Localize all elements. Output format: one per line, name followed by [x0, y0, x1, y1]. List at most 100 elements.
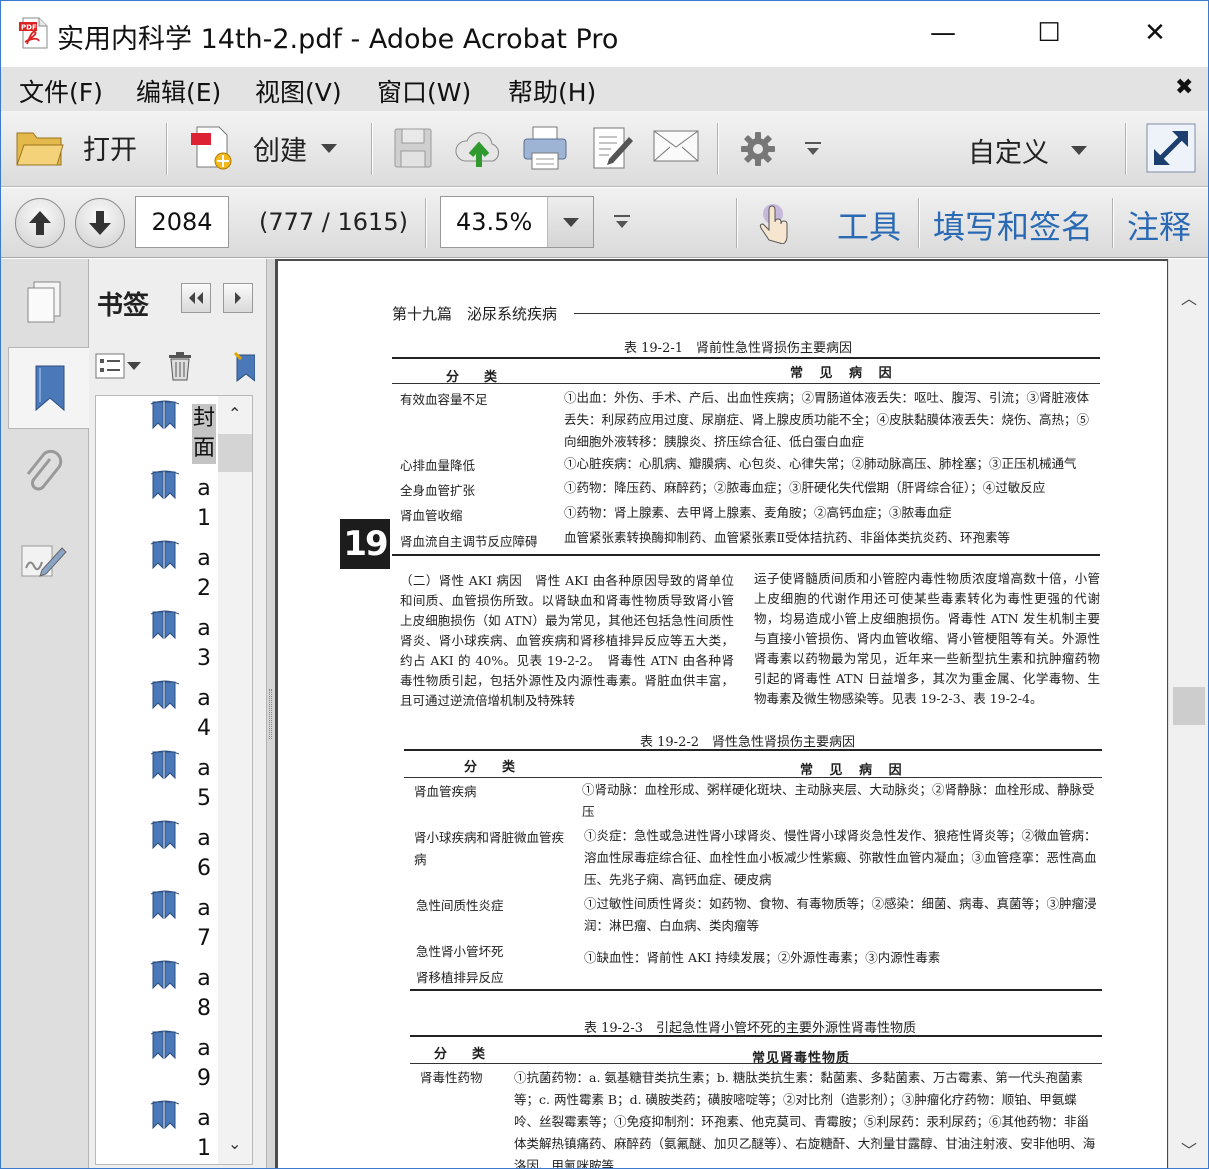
- zoom-value[interactable]: 43.5%: [441, 197, 547, 247]
- table2-row-category: 急性肾小管坏死: [416, 944, 504, 959]
- edit-text-button[interactable]: [591, 125, 635, 171]
- bookmark-label: a2: [197, 546, 211, 601]
- bookmark-label: a4: [197, 686, 211, 741]
- hand-tool-button[interactable]: [755, 200, 795, 244]
- expand-panel-button[interactable]: [223, 283, 253, 313]
- document-scroll-thumb[interactable]: [1173, 687, 1205, 725]
- page-thumbnails-button[interactable]: [11, 265, 77, 341]
- delete-bookmark-button[interactable]: [167, 351, 193, 381]
- nav-toolbar-options-button[interactable]: [613, 214, 631, 230]
- toolbar-options-button[interactable]: [804, 141, 822, 157]
- zoom-select[interactable]: 43.5%: [440, 196, 594, 248]
- attachments-button[interactable]: [11, 435, 77, 511]
- save-icon: [394, 128, 432, 168]
- document-scrollbar[interactable]: ︿ ﹀: [1168, 259, 1208, 1168]
- bookmark-item[interactable]: a4: [150, 680, 220, 750]
- menu-view[interactable]: 视图(V): [255, 73, 342, 109]
- customize-button[interactable]: 自定义: [968, 131, 1087, 170]
- cloud-upload-icon: [455, 132, 500, 167]
- bookmarks-pane-button[interactable]: [8, 347, 90, 429]
- menu-help[interactable]: 帮助(H): [508, 73, 596, 109]
- table1-row-category: 全身血管扩张: [400, 483, 476, 498]
- chevron-down-icon: [1071, 146, 1087, 155]
- bookmark-item[interactable]: 封面: [150, 400, 220, 470]
- table2-row-category: 肾小球疾病和肾脏微血管疾病: [414, 830, 565, 867]
- printer-icon: [523, 126, 567, 170]
- email-button[interactable]: [652, 129, 700, 163]
- new-bookmark-icon: [233, 351, 255, 383]
- splitter-grip[interactable]: [269, 689, 272, 739]
- table-rule: [410, 1063, 1102, 1064]
- bookmark-item[interactable]: a3: [150, 610, 220, 680]
- print-button[interactable]: [522, 125, 568, 171]
- page-number-input[interactable]: 2084: [135, 196, 229, 248]
- comment-pane-link[interactable]: 注释: [1127, 202, 1191, 248]
- pane-splitter[interactable]: [267, 259, 275, 1168]
- menu-file[interactable]: 文件(F): [19, 73, 103, 109]
- table2-row-category: 肾移植排异反应: [416, 970, 504, 985]
- collapse-panel-button[interactable]: [181, 283, 211, 313]
- signatures-button[interactable]: [11, 523, 77, 599]
- menu-edit[interactable]: 编辑(E): [136, 73, 221, 109]
- maximize-button[interactable]: ☐: [1019, 9, 1079, 57]
- menu-window[interactable]: 窗口(W): [377, 73, 471, 109]
- new-bookmark-button[interactable]: [233, 351, 255, 383]
- bookmark-item[interactable]: a1: [150, 470, 220, 540]
- next-page-button[interactable]: [75, 198, 125, 248]
- table2-row-cause: ①过敏性间质性肾炎：如药物、食物、有毒物质等；②感染：细菌、病毒、真菌等；③肿瘤…: [584, 896, 1097, 933]
- bookmark-item[interactable]: a6: [150, 820, 220, 890]
- signature-pen-icon: [21, 545, 67, 577]
- scroll-up-icon[interactable]: ︿: [1181, 285, 1197, 309]
- close-document-button[interactable]: ✖: [1175, 75, 1193, 100]
- toolbar-separator: [717, 123, 718, 175]
- pdf-page: 第十九篇 泌尿系统疾病 表 19-2-1 肾前性急性肾损伤主要病因 分 类 常 …: [278, 261, 1167, 1168]
- fill-sign-pane-link[interactable]: 填写和签名: [933, 202, 1093, 248]
- header-rule: [574, 313, 1100, 314]
- previous-page-button[interactable]: [15, 198, 65, 248]
- save-button[interactable]: [393, 127, 433, 169]
- fullscreen-button[interactable]: [1146, 123, 1196, 173]
- tools-pane-link[interactable]: 工具: [837, 202, 901, 248]
- table1-col-cause: 常 见 病 因: [790, 366, 898, 381]
- zoom-dropdown-button[interactable]: [547, 197, 593, 247]
- minimize-button[interactable]: —: [913, 9, 973, 57]
- bookmark-options-button[interactable]: [95, 353, 141, 379]
- close-button[interactable]: ✕: [1125, 9, 1185, 57]
- table3-caption: 表 19-2-3 引起急性肾小管坏死的主要外源性肾毒性物质: [584, 1021, 917, 1036]
- create-button[interactable]: 创建: [189, 123, 337, 173]
- bookmark-item[interactable]: a9: [150, 1030, 220, 1100]
- table2-row-cause: ①肾动脉：血栓形成、粥样硬化斑块、主动脉夹层、大动脉炎；②肾静脉：血栓形成、静脉…: [582, 782, 1095, 819]
- open-label: 打开: [83, 134, 137, 166]
- open-button[interactable]: 打开: [15, 125, 137, 169]
- chevron-down-icon: [127, 362, 141, 370]
- table2-row-category: 肾血管疾病: [414, 784, 477, 799]
- bookmark-item[interactable]: a7: [150, 890, 220, 960]
- document-view[interactable]: 第十九篇 泌尿系统疾病 表 19-2-1 肾前性急性肾损伤主要病因 分 类 常 …: [275, 259, 1168, 1168]
- envelope-icon: [653, 130, 699, 162]
- bookmark-item[interactable]: a8: [150, 960, 220, 1030]
- bookmark-icon: [35, 365, 64, 412]
- chevron-right-icon: [235, 292, 241, 304]
- scroll-down-icon[interactable]: ⌄: [228, 1134, 241, 1153]
- cloud-upload-button[interactable]: [453, 127, 505, 169]
- table-rule: [392, 357, 1100, 359]
- bookmark-item[interactable]: a5: [150, 750, 220, 820]
- overflow-menu-icon: [614, 215, 630, 228]
- toolbar-separator: [166, 123, 167, 175]
- table2-row-category: 急性间质性炎症: [416, 898, 504, 913]
- bookmarks-panel: 书签 封面 a1 a2 a3 a4 a5 a6 a7 a8 a9 a1 ⌃ ⌄: [89, 259, 267, 1168]
- page-thumbnails-icon: [27, 281, 61, 323]
- table1-row-category: 肾血管收缩: [400, 508, 463, 523]
- bookmarks-scrollbar[interactable]: ⌃ ⌄: [218, 396, 252, 1164]
- bookmark-item[interactable]: a1: [150, 1100, 220, 1164]
- settings-button[interactable]: [740, 131, 776, 167]
- scroll-up-icon[interactable]: ⌃: [228, 404, 241, 423]
- bookmark-item[interactable]: a2: [150, 540, 220, 610]
- table-rule: [404, 749, 1102, 751]
- bookmarks-scroll-thumb[interactable]: [218, 434, 252, 472]
- table-rule: [392, 554, 1100, 556]
- bookmark-label: 封面: [192, 404, 216, 464]
- table2-row-cause: ①缺血性：肾前性 AKI 持续发展；②外源性毒素；③内源性毒素: [584, 950, 941, 965]
- table1-caption: 表 19-2-1 肾前性急性肾损伤主要病因: [624, 341, 853, 356]
- scroll-down-icon[interactable]: ﹀: [1181, 1137, 1197, 1161]
